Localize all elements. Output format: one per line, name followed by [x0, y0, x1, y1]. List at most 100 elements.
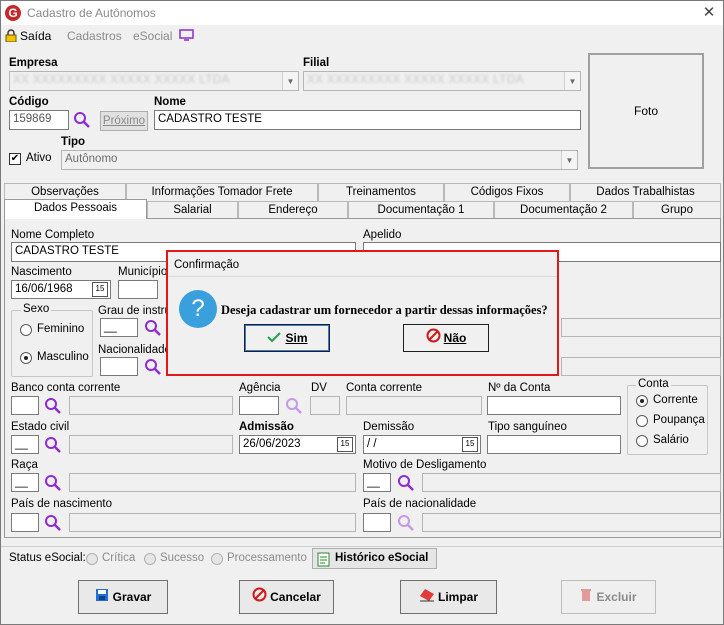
- proximo-button[interactable]: Próximo: [100, 111, 148, 131]
- tipo-select[interactable]: Autônomo ▼: [61, 150, 578, 170]
- nao-button[interactable]: Não: [403, 324, 489, 352]
- apelido-label: Apelido: [363, 229, 402, 241]
- trash-icon: [580, 582, 592, 614]
- status-sucesso-indicator: [144, 553, 156, 565]
- menu-esocial[interactable]: eSocial: [133, 29, 172, 43]
- tab-documentacao-2[interactable]: Documentação 2: [494, 201, 633, 219]
- excluir-button[interactable]: Excluir: [561, 580, 656, 614]
- dv-input[interactable]: [310, 396, 340, 415]
- window-title: Cadastro de Autônomos: [27, 6, 156, 20]
- monitor-icon[interactable]: [179, 29, 194, 41]
- ativo-checkbox[interactable]: ✔: [9, 153, 21, 165]
- chevron-down-icon[interactable]: ▼: [561, 151, 577, 169]
- chevron-down-icon[interactable]: ▼: [282, 72, 298, 90]
- menu-exit[interactable]: Saída: [20, 29, 51, 43]
- search-icon[interactable]: [144, 319, 162, 337]
- pais-nascimento-desc: [69, 513, 356, 532]
- grau-instrucao-input[interactable]: __: [100, 318, 138, 337]
- conta-salario-radio[interactable]: [636, 435, 648, 447]
- tipo-value: Autônomo: [65, 153, 118, 165]
- motivo-desligamento-input[interactable]: __: [363, 473, 391, 492]
- cancel-circle-icon: [252, 582, 267, 614]
- search-icon[interactable]: [285, 397, 303, 415]
- search-icon[interactable]: [44, 514, 62, 532]
- conta-corrente-input[interactable]: [346, 396, 482, 415]
- tab-treinamentos[interactable]: Treinamentos: [318, 183, 444, 201]
- pais-nacionalidade-label: País de nacionalidade: [363, 498, 477, 510]
- ativo-label: Ativo: [26, 152, 52, 164]
- motivo-desligamento-label: Motivo de Desligamento: [363, 459, 487, 471]
- admissao-input[interactable]: 26/06/2023 15: [239, 435, 356, 454]
- search-icon[interactable]: [44, 474, 62, 492]
- sexo-masculino-radio[interactable]: [20, 352, 32, 364]
- estado-civil-input[interactable]: __: [11, 435, 39, 454]
- dialog-divider: [168, 276, 557, 277]
- status-critica-label: Crítica: [102, 552, 136, 564]
- nome-completo-label: Nome Completo: [11, 229, 95, 241]
- tab-salarial[interactable]: Salarial: [147, 201, 238, 219]
- close-button[interactable]: ✕: [699, 3, 719, 23]
- agencia-input[interactable]: [239, 396, 279, 415]
- pais-nascimento-input[interactable]: [11, 513, 39, 532]
- calendar-icon[interactable]: 15: [462, 437, 478, 452]
- nascimento-input[interactable]: 16/06/1968 15: [11, 280, 111, 299]
- banco-input[interactable]: [11, 396, 39, 415]
- nacionalidade-input[interactable]: [100, 357, 138, 376]
- chevron-down-icon[interactable]: ▼: [564, 72, 580, 90]
- search-icon[interactable]: [44, 436, 62, 454]
- tipo-sanguineo-input[interactable]: [487, 435, 621, 454]
- historico-esocial-button[interactable]: Histórico eSocial: [312, 548, 437, 569]
- tab-documentacao-1[interactable]: Documentação 1: [348, 201, 494, 219]
- status-esocial-label: Status eSocial:: [9, 552, 86, 564]
- empresa-value: XX XXXXXXXXX XXXXX XXXXX LTDA: [13, 74, 230, 86]
- empresa-select[interactable]: XX XXXXXXXXX XXXXX XXXXX LTDA ▼: [9, 71, 299, 91]
- tab-codigos-fixos[interactable]: Códigos Fixos: [444, 183, 570, 201]
- search-icon[interactable]: [73, 111, 91, 129]
- conta-corrente-radio[interactable]: [636, 395, 648, 407]
- status-critica-indicator: [86, 553, 98, 565]
- tipo-sanguineo-label: Tipo sanguíneo: [488, 421, 567, 433]
- status-processamento-label: Processamento: [227, 552, 307, 564]
- demissao-value: / /: [367, 438, 377, 450]
- conta-group-label: Conta: [636, 378, 671, 390]
- dialog-title: Confirmação: [174, 259, 240, 271]
- municipio-input[interactable]: [118, 280, 158, 299]
- tab-dados-pessoais[interactable]: Dados Pessoais: [4, 199, 147, 219]
- tab-endereco[interactable]: Endereço: [238, 201, 348, 219]
- sexo-feminino-radio[interactable]: [20, 324, 32, 336]
- filial-select[interactable]: XX XXXXXXXXX XXXXX XXXXX LTDA ▼: [303, 71, 581, 91]
- search-icon[interactable]: [397, 474, 415, 492]
- demissao-input[interactable]: / / 15: [363, 435, 481, 454]
- raca-input[interactable]: __: [11, 473, 39, 492]
- status-processamento-indicator: [211, 553, 223, 565]
- search-icon[interactable]: [397, 514, 415, 532]
- nome-input[interactable]: CADASTRO TESTE: [154, 110, 581, 130]
- nascimento-value: 16/06/1968: [15, 283, 73, 295]
- menu-cadastros[interactable]: Cadastros: [67, 29, 122, 43]
- gravar-button[interactable]: Gravar: [78, 580, 168, 614]
- codigo-input[interactable]: 159869: [9, 110, 69, 130]
- calendar-icon[interactable]: 15: [92, 282, 108, 297]
- admissao-value: 26/06/2023: [243, 438, 301, 450]
- municipio-label: Município: [118, 266, 168, 278]
- numero-conta-input[interactable]: [487, 396, 621, 415]
- limpar-button[interactable]: Limpar: [400, 580, 497, 614]
- tab-informacoes-tomador-frete[interactable]: Informações Tomador Frete: [126, 183, 318, 201]
- pais-nacionalidade-input[interactable]: [363, 513, 391, 532]
- raca-label: Raça: [11, 459, 38, 471]
- cancelar-button[interactable]: Cancelar: [239, 580, 334, 614]
- calendar-icon[interactable]: 15: [337, 437, 353, 452]
- esocial-status-bar: Status eSocial: Crítica Sucesso Processa…: [1, 546, 723, 570]
- search-icon[interactable]: [144, 358, 162, 376]
- sim-button[interactable]: Sim: [244, 324, 330, 352]
- nome-label: Nome: [154, 96, 186, 108]
- conta-poupanca-radio[interactable]: [636, 415, 648, 427]
- proximo-label: Próximo: [102, 115, 146, 127]
- search-icon[interactable]: [44, 397, 62, 415]
- raca-desc: [69, 473, 356, 492]
- title-bar: G Cadastro de Autônomos ✕: [1, 1, 723, 25]
- tab-grupo[interactable]: Grupo: [633, 201, 721, 219]
- tab-dados-trabalhistas[interactable]: Dados Trabalhistas: [570, 183, 721, 201]
- sexo-group: [11, 310, 93, 377]
- photo-box[interactable]: Foto: [588, 53, 704, 169]
